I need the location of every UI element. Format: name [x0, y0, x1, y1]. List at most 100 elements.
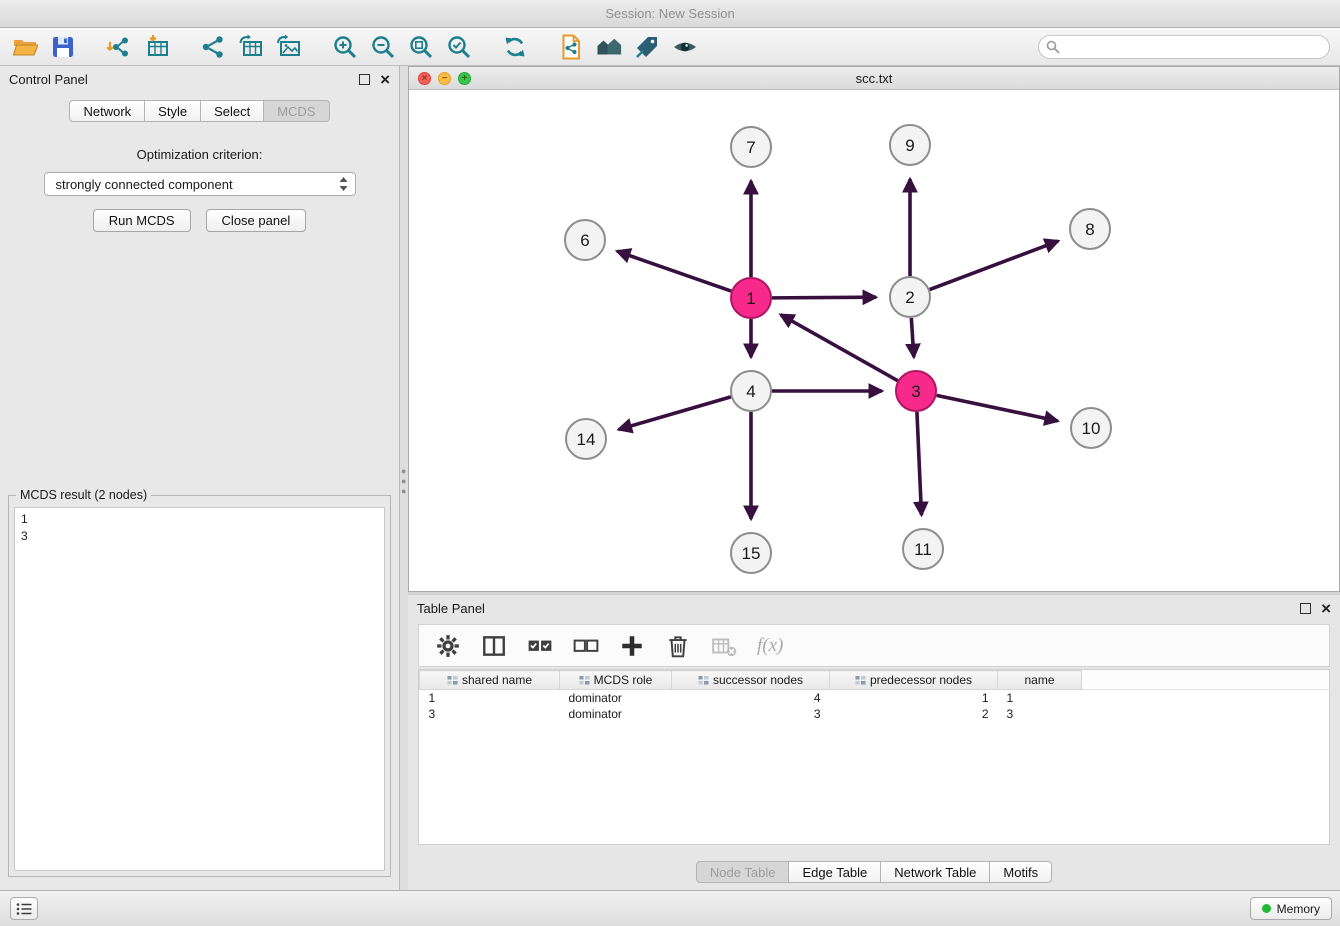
- graph-edge-3-1[interactable]: [781, 315, 898, 381]
- column-header-successor-nodes[interactable]: successor nodes: [672, 671, 830, 690]
- open-session-button[interactable]: [10, 32, 40, 62]
- graph-edge-3-11[interactable]: [917, 412, 922, 515]
- graph-edge-1-6[interactable]: [617, 251, 731, 291]
- graph-node-8[interactable]: 8: [1070, 209, 1110, 249]
- graph-node-1[interactable]: 1: [731, 278, 771, 318]
- graph-node-11[interactable]: 11: [903, 529, 943, 569]
- table-cell[interactable]: 1: [830, 690, 998, 706]
- table-cell[interactable]: dominator: [560, 690, 672, 706]
- memory-button[interactable]: Memory: [1250, 897, 1332, 920]
- run-mcds-button[interactable]: Run MCDS: [93, 209, 191, 232]
- deselect-all-button[interactable]: [573, 633, 599, 659]
- splitter-handle[interactable]: ●●●: [401, 466, 406, 496]
- traffic-lights: × − +: [418, 72, 471, 85]
- export-network-document-button[interactable]: [556, 32, 586, 62]
- save-session-button[interactable]: [48, 32, 78, 62]
- graph-node-7[interactable]: 7: [731, 127, 771, 167]
- network-window-titlebar[interactable]: × − + scc.txt: [409, 67, 1339, 90]
- tab-motifs[interactable]: Motifs: [990, 861, 1052, 883]
- table-row[interactable]: 3dominator323: [420, 706, 1330, 722]
- table-header-row: shared name MCDS role successor nodes pr…: [420, 671, 1330, 690]
- open-folder-icon: [12, 34, 38, 60]
- table-cell[interactable]: 2: [830, 706, 998, 722]
- search-input[interactable]: [1065, 40, 1322, 54]
- table-cell[interactable]: 1: [998, 690, 1082, 706]
- import-table-button[interactable]: [142, 32, 172, 62]
- table-cell[interactable]: 3: [998, 706, 1082, 722]
- tab-network[interactable]: Network: [69, 100, 145, 122]
- close-panel-icon[interactable]: ×: [380, 74, 390, 85]
- tab-mcds[interactable]: MCDS: [264, 100, 329, 122]
- network-overview-button[interactable]: [594, 32, 624, 62]
- zoom-fit-button[interactable]: [406, 32, 436, 62]
- graph-edge-4-14[interactable]: [619, 397, 731, 430]
- table-row[interactable]: 1dominator411: [420, 690, 1330, 706]
- network-canvas[interactable]: 7 9 6 8 1 2 4 3 14 10 15 11: [409, 90, 1339, 591]
- graph-node-2[interactable]: 2: [890, 277, 930, 317]
- select-all-button[interactable]: [527, 633, 553, 659]
- graph-edge-2-3[interactable]: [911, 318, 913, 357]
- network-graph[interactable]: 7 9 6 8 1 2 4 3 14 10 15 11: [409, 90, 1339, 591]
- mcds-result-group: MCDS result (2 nodes) 1 3: [8, 495, 391, 877]
- window-titlebar[interactable]: Session: New Session: [0, 0, 1340, 28]
- zoom-selected-button[interactable]: [444, 32, 474, 62]
- table-cell[interactable]: 3: [420, 706, 560, 722]
- close-window-button[interactable]: ×: [418, 72, 431, 85]
- minimize-window-button[interactable]: −: [438, 72, 451, 85]
- import-network-button[interactable]: [104, 32, 134, 62]
- column-header-name[interactable]: name: [998, 671, 1082, 690]
- function-builder-button[interactable]: f(x): [757, 633, 783, 659]
- sort-icon: [447, 675, 458, 686]
- table-cell[interactable]: dominator: [560, 706, 672, 722]
- style-annotation-button[interactable]: [632, 32, 662, 62]
- graph-node-6[interactable]: 6: [565, 220, 605, 260]
- new-network-button[interactable]: [198, 32, 228, 62]
- tab-node-table[interactable]: Node Table: [696, 861, 790, 883]
- tab-style[interactable]: Style: [145, 100, 201, 122]
- maximize-window-button[interactable]: +: [458, 72, 471, 85]
- table-settings-button[interactable]: [435, 633, 461, 659]
- table-cell[interactable]: 1: [420, 690, 560, 706]
- zoom-in-button[interactable]: [330, 32, 360, 62]
- close-table-panel-icon[interactable]: ×: [1321, 603, 1331, 614]
- graph-node-15[interactable]: 15: [731, 533, 771, 573]
- header-filler: [1082, 671, 1330, 690]
- share-network-icon: [200, 34, 226, 60]
- table-cell[interactable]: 4: [672, 690, 830, 706]
- criterion-dropdown[interactable]: strongly connected component: [44, 172, 356, 196]
- graph-edge-3-10[interactable]: [937, 395, 1058, 421]
- graph-node-14[interactable]: 14: [566, 419, 606, 459]
- column-header-shared-name[interactable]: shared name: [420, 671, 560, 690]
- vertical-splitter[interactable]: ●●●: [400, 66, 408, 890]
- close-panel-button[interactable]: Close panel: [206, 209, 307, 232]
- column-header-predecessor-nodes[interactable]: predecessor nodes: [830, 671, 998, 690]
- graph-edge-2-8[interactable]: [930, 241, 1059, 290]
- graph-node-10[interactable]: 10: [1071, 408, 1111, 448]
- graph-node-9[interactable]: 9: [890, 125, 930, 165]
- graph-node-3[interactable]: 3: [896, 371, 936, 411]
- sort-icon: [855, 675, 866, 686]
- refresh-layout-button[interactable]: [500, 32, 530, 62]
- column-layout-button[interactable]: [481, 633, 507, 659]
- add-column-button[interactable]: [619, 633, 645, 659]
- search-field[interactable]: [1038, 35, 1330, 59]
- zoom-out-button[interactable]: [368, 32, 398, 62]
- float-panel-icon[interactable]: [359, 74, 370, 85]
- delete-table-button[interactable]: [711, 633, 737, 659]
- mcds-result-list[interactable]: 1 3: [14, 507, 385, 871]
- tab-node-table-label: Node Table: [710, 865, 776, 880]
- table-cell[interactable]: 3: [672, 706, 830, 722]
- tab-select[interactable]: Select: [201, 100, 264, 122]
- tab-network-table[interactable]: Network Table: [881, 861, 990, 883]
- export-table-icon: [238, 34, 264, 60]
- export-table-button[interactable]: [236, 32, 266, 62]
- task-history-button[interactable]: [10, 897, 38, 920]
- graph-node-4[interactable]: 4: [731, 371, 771, 411]
- show-hide-graphics-button[interactable]: [670, 32, 700, 62]
- float-table-panel-icon[interactable]: [1300, 603, 1311, 614]
- tab-edge-table[interactable]: Edge Table: [789, 861, 881, 883]
- export-image-button[interactable]: [274, 32, 304, 62]
- delete-column-button[interactable]: [665, 633, 691, 659]
- graph-edge-1-2[interactable]: [772, 297, 876, 298]
- column-header-mcds-role[interactable]: MCDS role: [560, 671, 672, 690]
